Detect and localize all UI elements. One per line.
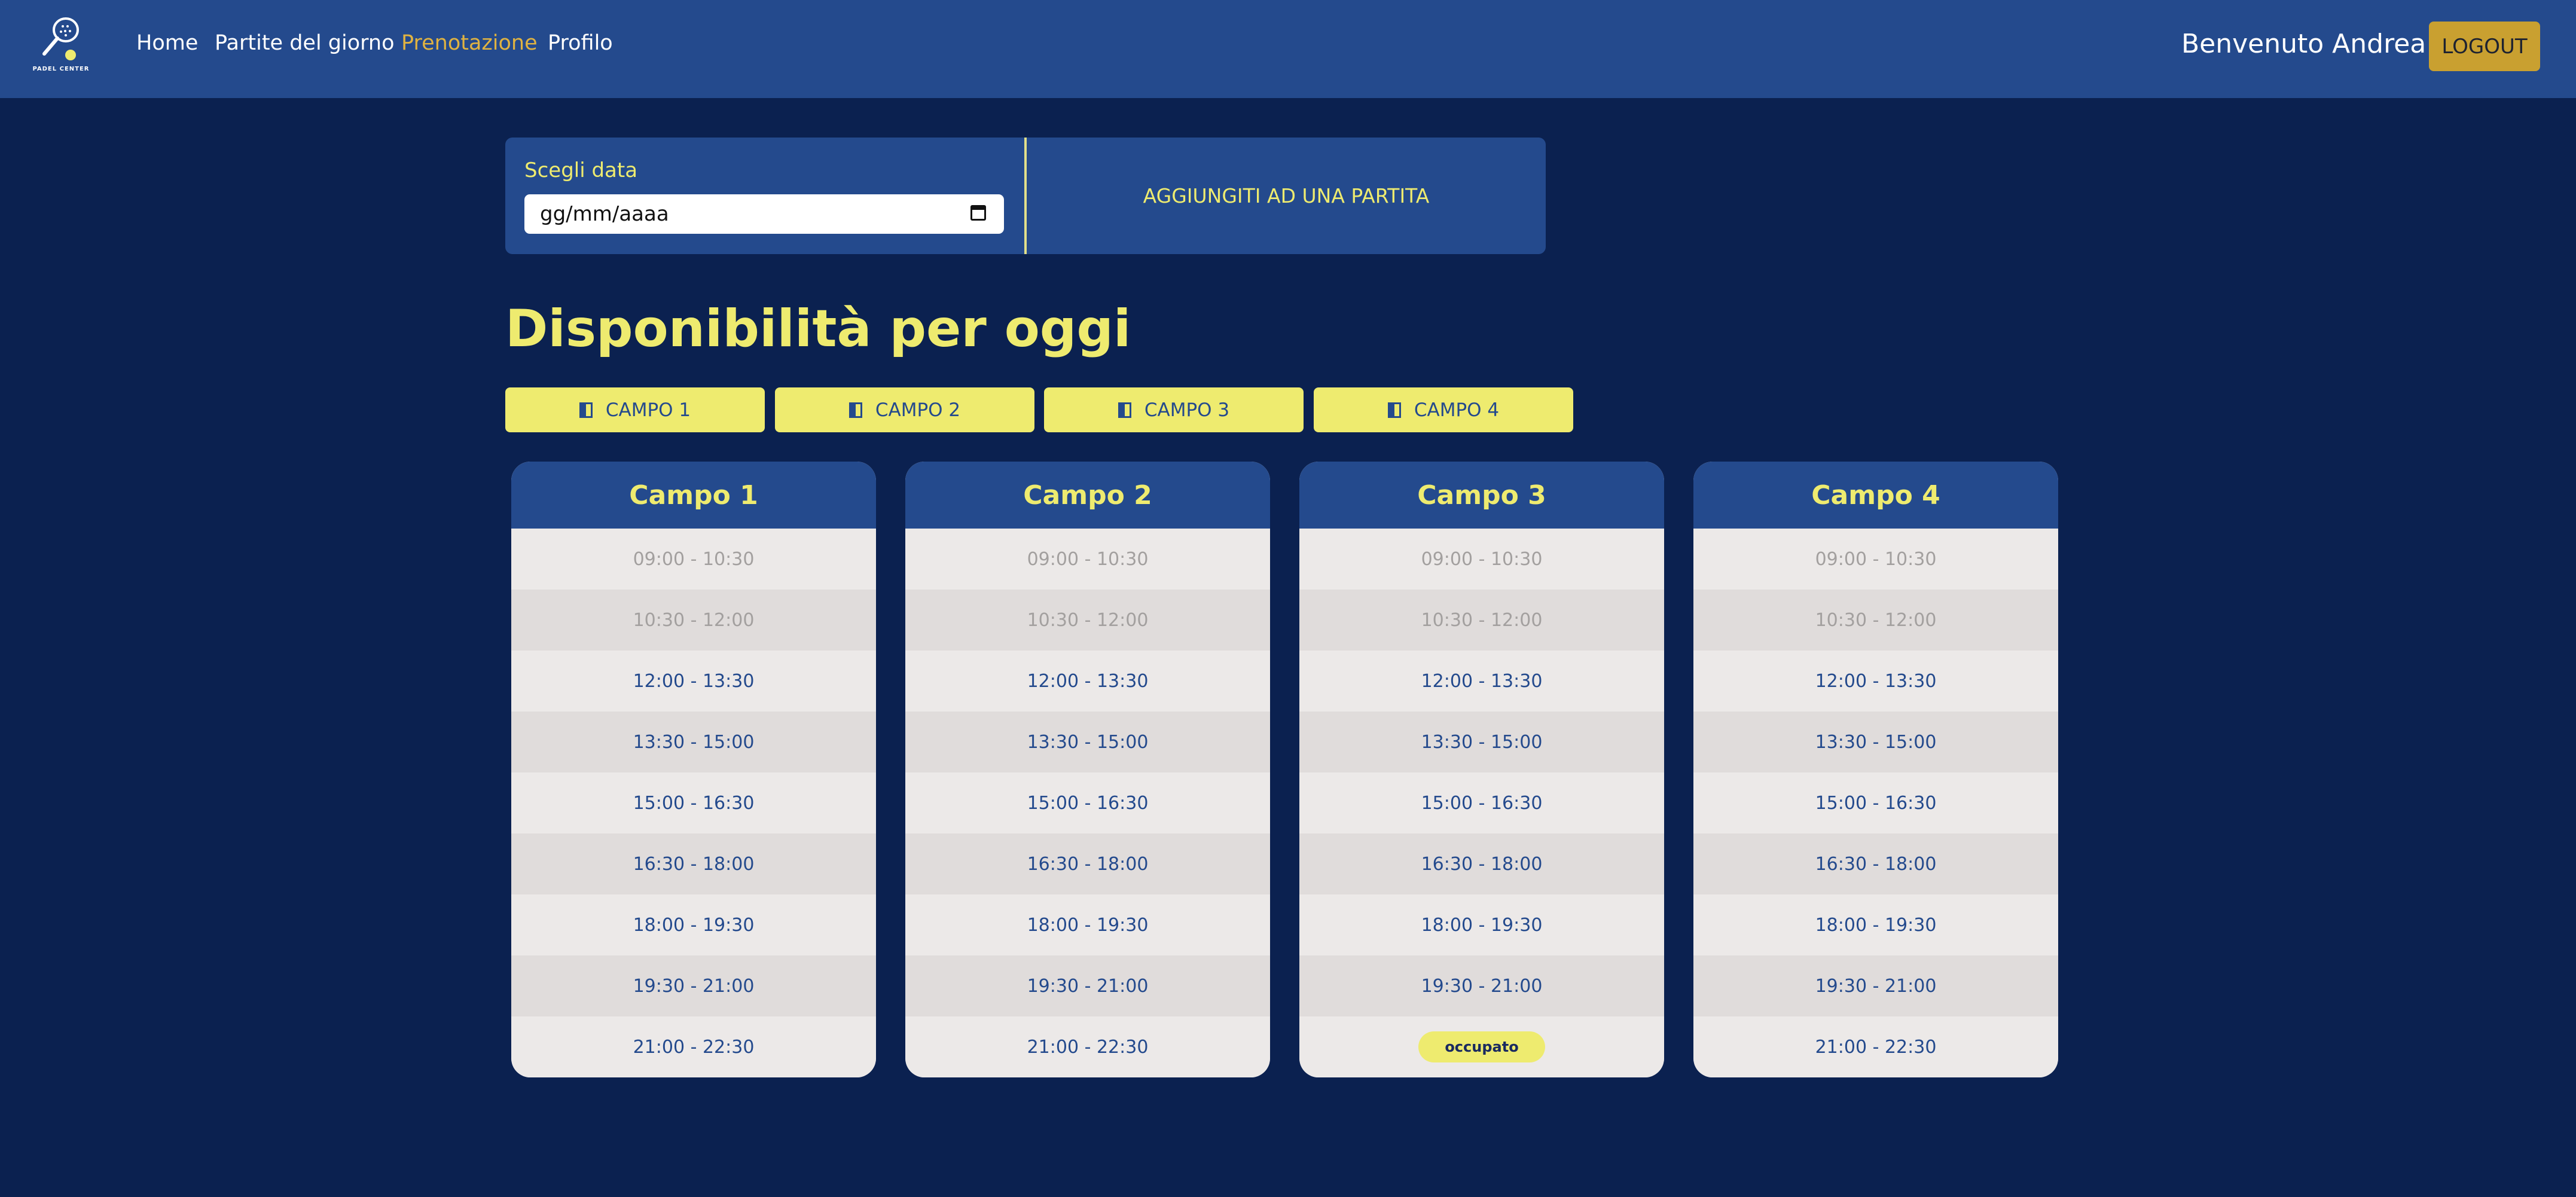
time-slot[interactable]: 21:00 - 22:30	[511, 1016, 876, 1077]
court-icon	[1387, 402, 1401, 418]
time-slot[interactable]: 15:00 - 16:30	[511, 772, 876, 833]
page-title: Disponibilità per oggi	[505, 299, 1131, 359]
court-column-3: Campo 3 09:00 - 10:30 10:30 - 12:00 12:0…	[1299, 462, 1664, 1077]
time-slot: 09:00 - 10:30	[905, 529, 1270, 590]
time-slot[interactable]: 12:00 - 13:30	[905, 651, 1270, 712]
date-picker-section: Scegli data gg/mm/aaaa	[505, 138, 1027, 254]
racket-ball-icon	[42, 17, 79, 60]
booking-panel: Scegli data gg/mm/aaaa AGGIUNGITI AD UNA…	[505, 138, 1546, 254]
time-slot: 10:30 - 12:00	[1299, 590, 1664, 651]
filter-campo-4-button[interactable]: CAMPO 4	[1314, 387, 1573, 432]
filter-label: CAMPO 1	[605, 399, 691, 421]
court-column-2: Campo 2 09:00 - 10:30 10:30 - 12:00 12:0…	[905, 462, 1270, 1077]
court-title: Campo 1	[511, 462, 876, 529]
court-title: Campo 4	[1693, 462, 2058, 529]
join-match-button[interactable]: AGGIUNGITI AD UNA PARTITA	[1027, 138, 1546, 254]
filter-campo-2-button[interactable]: CAMPO 2	[775, 387, 1034, 432]
filter-label: CAMPO 3	[1144, 399, 1230, 421]
time-slot[interactable]: 15:00 - 16:30	[905, 772, 1270, 833]
time-slot[interactable]: 12:00 - 13:30	[1299, 651, 1664, 712]
time-slot[interactable]: 18:00 - 19:30	[1693, 894, 2058, 955]
time-slot[interactable]: 15:00 - 16:30	[1693, 772, 2058, 833]
time-slot[interactable]: 13:30 - 15:00	[1299, 712, 1664, 772]
time-slot-occupied: occupato	[1299, 1016, 1664, 1077]
time-slot: 09:00 - 10:30	[1693, 529, 2058, 590]
time-slot[interactable]: 18:00 - 19:30	[905, 894, 1270, 955]
time-slot[interactable]: 19:30 - 21:00	[1299, 955, 1664, 1016]
time-slot[interactable]: 16:30 - 18:00	[1693, 833, 2058, 894]
time-slot[interactable]: 16:30 - 18:00	[905, 833, 1270, 894]
time-slot[interactable]: 15:00 - 16:30	[1299, 772, 1664, 833]
logo-text: PADEL CENTER	[32, 66, 90, 72]
padel-center-logo[interactable]: PADEL CENTER	[30, 17, 92, 74]
calendar-icon[interactable]	[970, 205, 986, 221]
time-slot[interactable]: 16:30 - 18:00	[1299, 833, 1664, 894]
time-slot[interactable]: 21:00 - 22:30	[905, 1016, 1270, 1077]
time-slot[interactable]: 13:30 - 15:00	[511, 712, 876, 772]
time-slot[interactable]: 19:30 - 21:00	[905, 955, 1270, 1016]
court-icon	[849, 402, 862, 418]
time-slot[interactable]: 13:30 - 15:00	[905, 712, 1270, 772]
welcome-text: Benvenuto Andrea	[2181, 29, 2427, 59]
occupied-badge: occupato	[1418, 1031, 1545, 1062]
logout-button[interactable]: LOGOUT	[2429, 22, 2540, 71]
time-slot[interactable]: 16:30 - 18:00	[511, 833, 876, 894]
nav-home[interactable]: Home	[136, 31, 198, 55]
filter-label: CAMPO 2	[875, 399, 961, 421]
date-input[interactable]: gg/mm/aaaa	[524, 194, 1004, 234]
time-slot: 09:00 - 10:30	[1299, 529, 1664, 590]
time-slot: 10:30 - 12:00	[1693, 590, 2058, 651]
time-slot[interactable]: 18:00 - 19:30	[1299, 894, 1664, 955]
court-column-4: Campo 4 09:00 - 10:30 10:30 - 12:00 12:0…	[1693, 462, 2058, 1077]
court-title: Campo 3	[1299, 462, 1664, 529]
time-slot: 10:30 - 12:00	[511, 590, 876, 651]
filter-campo-1-button[interactable]: CAMPO 1	[505, 387, 765, 432]
nav-prenotazione[interactable]: Prenotazione	[401, 31, 538, 55]
court-column-1: Campo 1 09:00 - 10:30 10:30 - 12:00 12:0…	[511, 462, 876, 1077]
court-title: Campo 2	[905, 462, 1270, 529]
court-icon	[579, 402, 593, 418]
time-slot[interactable]: 18:00 - 19:30	[511, 894, 876, 955]
navbar: PADEL CENTER Home Partite del giorno Pre…	[0, 0, 2576, 98]
time-slot[interactable]: 19:30 - 21:00	[511, 955, 876, 1016]
time-slot[interactable]: 19:30 - 21:00	[1693, 955, 2058, 1016]
nav-profilo[interactable]: Profilo	[548, 31, 613, 55]
time-slot[interactable]: 13:30 - 15:00	[1693, 712, 2058, 772]
time-slot[interactable]: 12:00 - 13:30	[511, 651, 876, 712]
filter-label: CAMPO 4	[1414, 399, 1500, 421]
filter-campo-3-button[interactable]: CAMPO 3	[1044, 387, 1304, 432]
time-slot[interactable]: 21:00 - 22:30	[1693, 1016, 2058, 1077]
time-slot[interactable]: 12:00 - 13:30	[1693, 651, 2058, 712]
date-input-placeholder: gg/mm/aaaa	[540, 202, 669, 226]
time-slot: 09:00 - 10:30	[511, 529, 876, 590]
court-icon	[1118, 402, 1131, 418]
date-label: Scegli data	[524, 158, 638, 182]
nav-partite-del-giorno[interactable]: Partite del giorno	[215, 31, 395, 55]
time-slot: 10:30 - 12:00	[905, 590, 1270, 651]
